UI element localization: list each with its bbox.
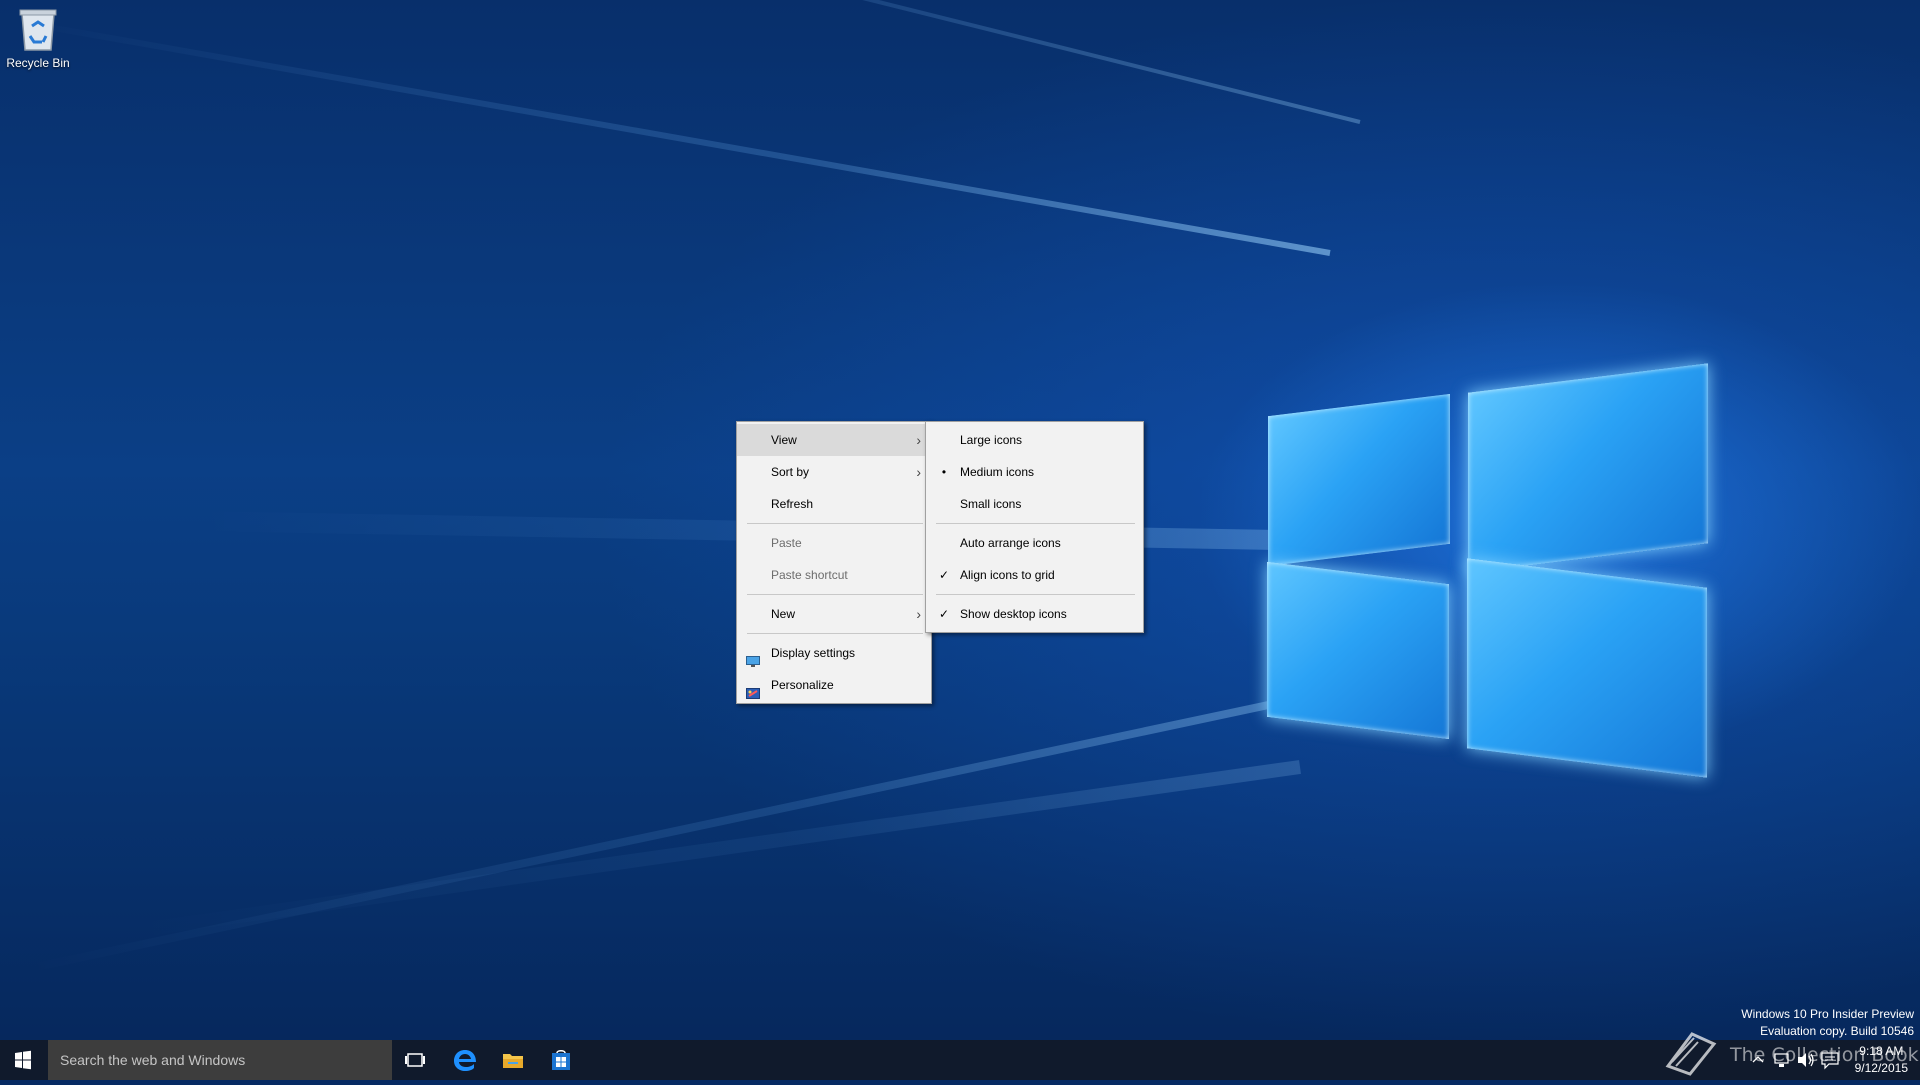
build-watermark: Windows 10 Pro Insider Preview Evaluatio… — [1741, 1006, 1914, 1040]
check-mark: ✓ — [938, 568, 950, 582]
menu-item-label: Refresh — [771, 497, 814, 511]
submenu-item-show-desktop-icons[interactable]: ✓ Show desktop icons — [926, 598, 1143, 630]
submenu-item-align-to-grid[interactable]: ✓ Align icons to grid — [926, 559, 1143, 591]
menu-separator — [747, 594, 923, 595]
submenu-item-medium-icons[interactable]: • Medium icons — [926, 456, 1143, 488]
logo-pane-bottom-left — [1267, 561, 1449, 740]
chevron-right-icon: › — [916, 464, 921, 480]
menu-item-label: Display settings — [771, 646, 856, 660]
submenu-item-large-icons[interactable]: Large icons — [926, 424, 1143, 456]
submenu-item-label: Large icons — [960, 433, 1023, 447]
logo-pane-bottom-right — [1467, 558, 1707, 778]
submenu-item-label: Auto arrange icons — [960, 536, 1061, 550]
recycle-bin-icon — [18, 6, 58, 52]
file-explorer-icon — [503, 1054, 523, 1068]
chevron-right-icon: › — [916, 606, 921, 622]
display-settings-icon — [746, 647, 760, 667]
task-view-button[interactable] — [392, 1040, 438, 1080]
menu-item-sort-by[interactable]: Sort by › — [737, 456, 931, 488]
taskbar: Search the web and Windows 9:18 AM 9/12/… — [0, 1040, 1920, 1080]
desktop-context-menu: View › Sort by › Refresh Paste Paste sho… — [736, 421, 932, 704]
menu-item-label: View — [771, 433, 797, 447]
submenu-item-label: Show desktop icons — [960, 607, 1067, 621]
start-button[interactable] — [0, 1040, 46, 1080]
menu-item-new[interactable]: New › — [737, 598, 931, 630]
edge-button[interactable] — [442, 1040, 488, 1080]
radio-mark: • — [941, 465, 947, 479]
menu-item-paste-shortcut[interactable]: Paste shortcut — [737, 559, 931, 591]
light-beam — [19, 19, 1331, 256]
store-button[interactable] — [538, 1040, 584, 1080]
menu-item-paste[interactable]: Paste — [737, 527, 931, 559]
recycle-bin-label: Recycle Bin — [6, 56, 70, 70]
windows-logo — [1260, 340, 1710, 790]
logo-pane-top-left — [1268, 394, 1450, 566]
search-box[interactable]: Search the web and Windows — [48, 1040, 392, 1080]
windows-start-icon — [15, 1050, 31, 1070]
desktop-background[interactable]: Recycle Bin View › Sort by › Refresh Pas… — [0, 0, 1920, 1040]
light-beam — [130, 760, 1301, 939]
menu-separator — [747, 523, 923, 524]
chevron-right-icon: › — [916, 432, 921, 448]
view-submenu: Large icons • Medium icons Small icons A… — [925, 421, 1144, 633]
logo-pane-top-right — [1468, 363, 1708, 573]
overlay-watermark-text: The Collection Book — [1730, 1044, 1919, 1066]
task-view-icon — [405, 1053, 425, 1067]
edge-icon — [454, 1050, 476, 1071]
menu-item-personalize[interactable]: Personalize — [737, 669, 931, 701]
menu-item-label: Sort by — [771, 465, 810, 479]
menu-separator — [747, 633, 923, 634]
submenu-item-auto-arrange[interactable]: Auto arrange icons — [926, 527, 1143, 559]
menu-item-label: Paste shortcut — [771, 568, 848, 582]
recycle-bin-shortcut[interactable]: Recycle Bin — [4, 6, 72, 70]
menu-item-refresh[interactable]: Refresh — [737, 488, 931, 520]
menu-item-label: New — [771, 607, 796, 621]
menu-separator — [936, 523, 1135, 524]
menu-separator — [936, 594, 1135, 595]
file-explorer-button[interactable] — [490, 1040, 536, 1080]
personalize-icon — [746, 679, 760, 699]
book-logo-icon — [1662, 1028, 1718, 1076]
submenu-item-label: Align icons to grid — [960, 568, 1055, 582]
check-mark: ✓ — [938, 607, 950, 621]
menu-item-display-settings[interactable]: Display settings — [737, 637, 931, 669]
submenu-item-label: Small icons — [960, 497, 1022, 511]
menu-item-label: Personalize — [771, 678, 834, 692]
submenu-item-small-icons[interactable]: Small icons — [926, 488, 1143, 520]
menu-item-label: Paste — [771, 536, 802, 550]
submenu-item-label: Medium icons — [960, 465, 1035, 479]
watermark-line-1: Windows 10 Pro Insider Preview — [1741, 1007, 1914, 1021]
watermark-line-2: Evaluation copy. Build 10546 — [1760, 1024, 1914, 1038]
store-icon — [552, 1050, 570, 1070]
menu-item-view[interactable]: View › — [737, 424, 931, 456]
light-beam — [28, 690, 1321, 973]
